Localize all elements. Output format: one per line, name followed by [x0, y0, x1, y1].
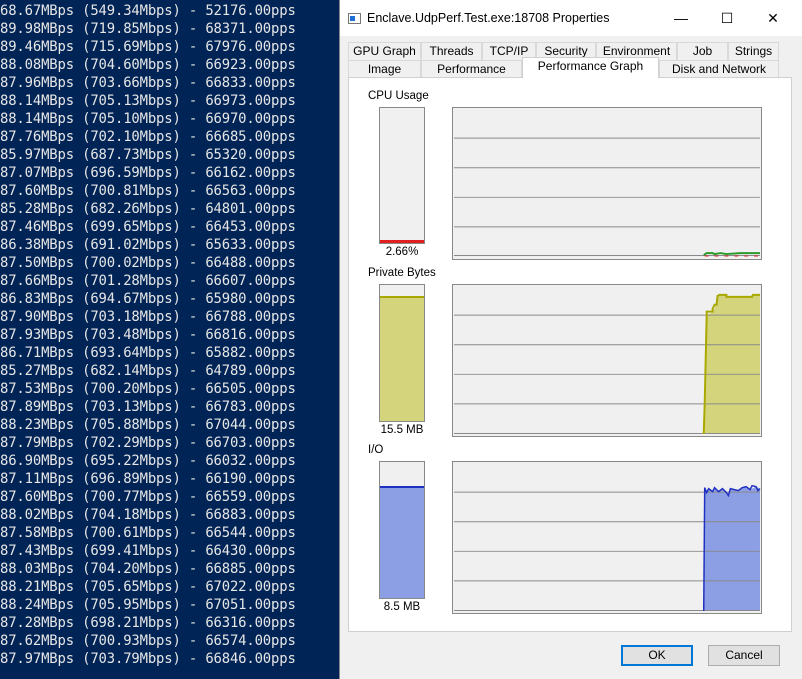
terminal-line: 87.60MBps (700.77Mbps) - 66559.00pps	[0, 489, 296, 505]
terminal-line: 87.28MBps (698.21Mbps) - 66316.00pps	[0, 615, 296, 631]
terminal-line: 87.97MBps (703.79Mbps) - 66846.00pps	[0, 651, 296, 667]
terminal-line: 85.28MBps (682.26Mbps) - 64801.00pps	[0, 201, 296, 217]
terminal-line: 85.97MBps (687.73Mbps) - 65320.00pps	[0, 147, 296, 163]
terminal-line: 87.53MBps (700.20Mbps) - 66505.00pps	[0, 381, 296, 397]
terminal-line: 87.76MBps (702.10Mbps) - 66685.00pps	[0, 129, 296, 145]
tab-performance-graph[interactable]: Performance Graph	[522, 57, 659, 78]
terminal-line: 86.90MBps (695.22Mbps) - 66032.00pps	[0, 453, 296, 469]
private-bytes-meter	[379, 284, 425, 422]
cancel-button[interactable]: Cancel	[708, 645, 780, 666]
terminal-output: 68.67MBps (549.34Mbps) - 52176.00pps 89.9…	[0, 0, 340, 679]
private-bytes-value: 15.5 MB	[380, 424, 424, 436]
terminal-line: 86.71MBps (693.64Mbps) - 65882.00pps	[0, 345, 296, 361]
properties-dialog: Enclave.UdpPerf.Test.exe:18708 Propertie…	[339, 0, 802, 679]
terminal-line: 86.83MBps (694.67Mbps) - 65980.00pps	[0, 291, 296, 307]
window-title: Enclave.UdpPerf.Test.exe:18708 Propertie…	[367, 11, 610, 25]
terminal-line: 68.67MBps (549.34Mbps) - 52176.00pps	[0, 3, 296, 19]
ok-button[interactable]: OK	[621, 645, 693, 666]
terminal-line: 87.43MBps (699.41Mbps) - 66430.00pps	[0, 543, 296, 559]
maximize-button[interactable]: ☐	[704, 0, 750, 36]
terminal-line: 87.46MBps (699.65Mbps) - 66453.00pps	[0, 219, 296, 235]
io-history-graph	[452, 461, 762, 614]
terminal-line: 87.79MBps (702.29Mbps) - 66703.00pps	[0, 435, 296, 451]
io-value: 8.5 MB	[383, 601, 421, 613]
terminal-line: 88.08MBps (704.60Mbps) - 66923.00pps	[0, 57, 296, 73]
tab-performance[interactable]: Performance	[421, 60, 522, 78]
terminal-line: 87.62MBps (700.93Mbps) - 66574.00pps	[0, 633, 296, 649]
terminal-line: 87.90MBps (703.18Mbps) - 66788.00pps	[0, 309, 296, 325]
terminal-line: 88.14MBps (705.10Mbps) - 66970.00pps	[0, 111, 296, 127]
tab-disk-and-network[interactable]: Disk and Network	[659, 60, 779, 78]
app-icon	[348, 13, 361, 24]
cpu-usage-label: CPU Usage	[368, 90, 429, 102]
terminal-line: 87.96MBps (703.66Mbps) - 66833.00pps	[0, 75, 296, 91]
terminal-line: 87.07MBps (696.59Mbps) - 66162.00pps	[0, 165, 296, 181]
cpu-history-graph	[452, 107, 762, 260]
terminal-line: 88.03MBps (704.20Mbps) - 66885.00pps	[0, 561, 296, 577]
private-bytes-fill	[380, 295, 424, 421]
terminal-line: 87.89MBps (703.13Mbps) - 66783.00pps	[0, 399, 296, 415]
terminal-line: 88.23MBps (705.88Mbps) - 67044.00pps	[0, 417, 296, 433]
terminal-line: 87.11MBps (696.89Mbps) - 66190.00pps	[0, 471, 296, 487]
cpu-usage-value: 2.66%	[385, 246, 419, 258]
terminal-line: 88.14MBps (705.13Mbps) - 66973.00pps	[0, 93, 296, 109]
tab-threads[interactable]: Threads	[421, 42, 482, 60]
terminal-line: 87.60MBps (700.81Mbps) - 66563.00pps	[0, 183, 296, 199]
minimize-button[interactable]: —	[658, 0, 704, 36]
terminal-line: 87.58MBps (700.61Mbps) - 66544.00pps	[0, 525, 296, 541]
terminal-line: 88.02MBps (704.18Mbps) - 66883.00pps	[0, 507, 296, 523]
tab-job[interactable]: Job	[677, 42, 728, 60]
private-bytes-label: Private Bytes	[368, 267, 436, 279]
io-label: I/O	[368, 444, 384, 456]
cpu-usage-fill	[380, 240, 424, 243]
private-bytes-history-graph	[452, 284, 762, 437]
terminal-line: 87.50MBps (700.02Mbps) - 66488.00pps	[0, 255, 296, 271]
terminal-line: 89.46MBps (715.69Mbps) - 67976.00pps	[0, 39, 296, 55]
io-meter	[379, 461, 425, 599]
io-fill	[380, 486, 424, 598]
tab-gpu-graph[interactable]: GPU Graph	[348, 42, 421, 60]
terminal-line: 88.24MBps (705.95Mbps) - 67051.00pps	[0, 597, 296, 613]
terminal-line: 87.66MBps (701.28Mbps) - 66607.00pps	[0, 273, 296, 289]
title-bar: Enclave.UdpPerf.Test.exe:18708 Propertie…	[340, 0, 802, 36]
terminal-line: 87.93MBps (703.48Mbps) - 66816.00pps	[0, 327, 296, 343]
terminal-line: 88.21MBps (705.65Mbps) - 67022.00pps	[0, 579, 296, 595]
cpu-usage-meter	[379, 107, 425, 244]
close-button[interactable]: ✕	[750, 0, 796, 36]
terminal-line: 86.38MBps (691.02Mbps) - 65633.00pps	[0, 237, 296, 253]
performance-graph-panel: CPU Usage 2.66% Private Bytes 15.5 MB I/…	[348, 77, 792, 632]
tab-image[interactable]: Image	[348, 60, 421, 78]
terminal-line: 89.98MBps (719.85Mbps) - 68371.00pps	[0, 21, 296, 37]
terminal-line: 85.27MBps (682.14Mbps) - 64789.00pps	[0, 363, 296, 379]
tab-strings[interactable]: Strings	[728, 42, 779, 60]
